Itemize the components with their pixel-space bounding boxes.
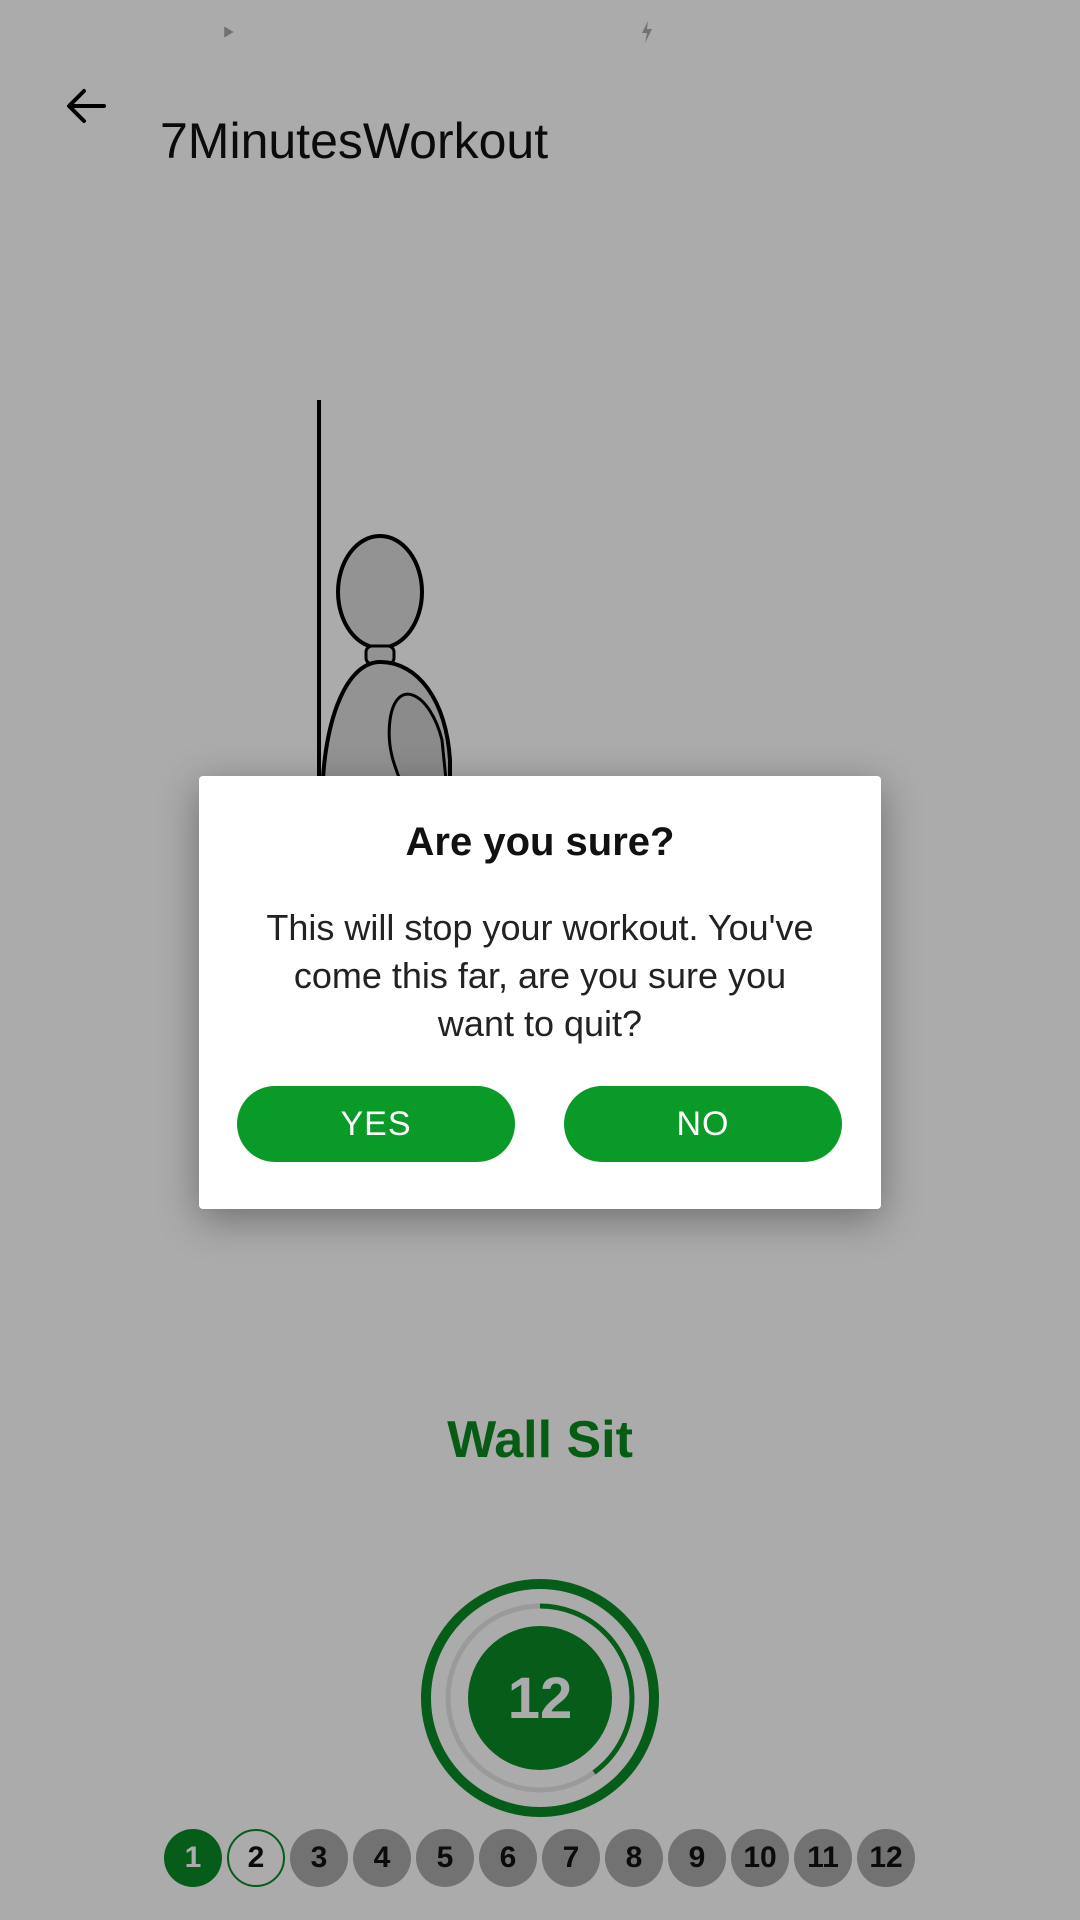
dialog-message: This will stop your workout. You've come… bbox=[266, 907, 814, 1044]
no-button[interactable]: NO bbox=[564, 1086, 842, 1162]
yes-button[interactable]: YES bbox=[237, 1086, 515, 1162]
confirm-quit-dialog: Are you sure? This will stop your workou… bbox=[199, 776, 881, 1209]
dialog-title: Are you sure? bbox=[405, 820, 675, 864]
